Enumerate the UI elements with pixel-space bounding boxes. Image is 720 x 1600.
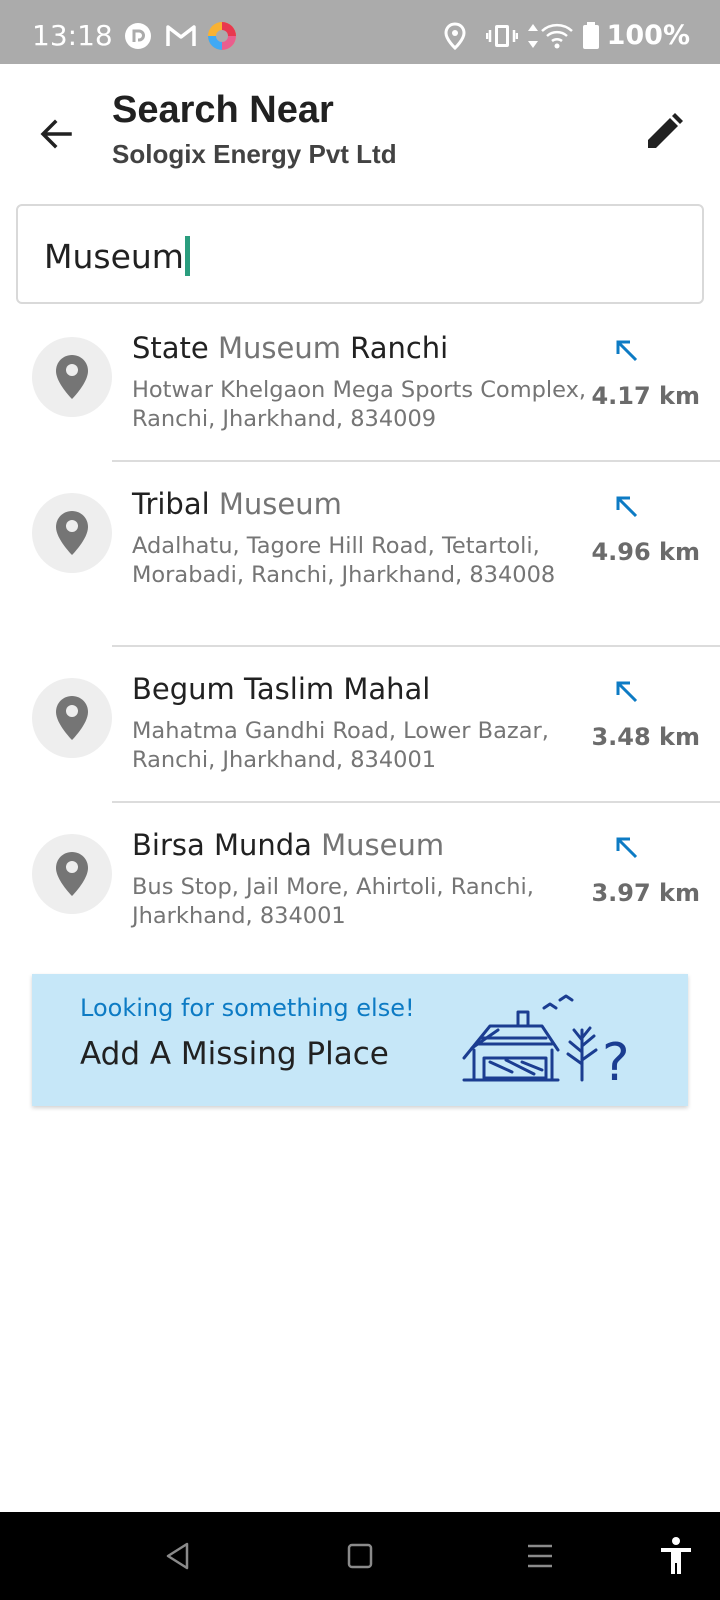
result-distance: 3.97 km — [591, 879, 700, 907]
result-item[interactable]: State Museum Ranchi Hotwar Khelgaon Mega… — [0, 306, 720, 462]
battery-icon — [582, 22, 600, 55]
result-distance: 4.96 km — [591, 538, 700, 566]
result-name: Begum Taslim Mahal — [132, 672, 431, 706]
page-subtitle: Sologix Energy Pvt Ltd — [112, 139, 397, 169]
question-mark-icon: ? — [602, 1033, 630, 1092]
direction-arrow-icon — [610, 675, 642, 707]
back-arrow-icon — [36, 114, 76, 159]
nav-home-button[interactable] — [338, 1534, 382, 1578]
missing-place-title: Add A Missing Place — [80, 1036, 389, 1072]
missing-place-subtitle: Looking for something else! — [80, 994, 415, 1022]
status-time: 13:18 — [32, 19, 113, 52]
vibrate-icon — [485, 22, 519, 55]
back-button[interactable] — [30, 110, 82, 162]
nav-back-icon — [166, 1542, 189, 1570]
edit-button[interactable] — [638, 108, 690, 160]
result-item[interactable]: Tribal Museum Adalhatu, Tagore Hill Road… — [0, 462, 720, 647]
search-input[interactable]: Museum — [16, 204, 704, 304]
data-arrows-icon — [526, 22, 540, 55]
nav-menu-icon — [528, 1544, 552, 1568]
result-address: Bus Stop, Jail More, Ahirtoli, Ranchi, J… — [132, 874, 534, 929]
pocket-casts-icon — [124, 22, 152, 55]
result-distance: 3.48 km — [591, 723, 700, 751]
text-caret — [184, 236, 190, 276]
gmail-icon — [166, 22, 196, 53]
direction-arrow-icon — [610, 490, 642, 522]
status-bar: 13:18 100% — [0, 0, 720, 64]
place-pin-icon — [32, 834, 112, 914]
system-nav-bar — [0, 1512, 720, 1600]
house-question-illustration: ? — [462, 992, 672, 1097]
place-pin-icon — [32, 678, 112, 758]
accessibility-button[interactable] — [654, 1534, 698, 1578]
nav-home-icon — [347, 1543, 373, 1569]
wifi-icon — [540, 22, 574, 55]
add-missing-place-card[interactable]: Looking for something else! Add A Missin… — [32, 974, 688, 1106]
result-item[interactable]: Birsa Munda Museum Bus Stop, Jail More, … — [0, 803, 720, 959]
result-address: Hotwar Khelgaon Mega Sports Complex, Ran… — [132, 377, 587, 432]
pencil-icon — [644, 112, 684, 157]
place-pin-icon — [32, 493, 112, 573]
nav-back-button[interactable] — [156, 1534, 200, 1578]
direction-arrow-icon — [610, 334, 642, 366]
location-icon — [444, 22, 466, 55]
result-item[interactable]: Begum Taslim Mahal Mahatma Gandhi Road, … — [0, 647, 720, 803]
app-color-icon — [206, 22, 238, 57]
result-distance: 4.17 km — [591, 382, 700, 410]
result-address: Adalhatu, Tagore Hill Road, Tetartoli, M… — [132, 533, 556, 588]
battery-percentage: 100% — [606, 20, 690, 51]
result-name: State Museum Ranchi — [132, 331, 449, 365]
result-name: Tribal Museum — [132, 487, 342, 521]
accessibility-icon — [661, 1537, 691, 1574]
place-pin-icon — [32, 337, 112, 417]
direction-arrow-icon — [610, 831, 642, 863]
nav-recents-button[interactable] — [518, 1534, 562, 1578]
result-address: Mahatma Gandhi Road, Lower Bazar, Ranchi… — [132, 718, 549, 773]
result-name: Birsa Munda Museum — [132, 828, 445, 862]
search-input-value: Museum — [44, 237, 184, 276]
page-title: Search Near — [112, 89, 334, 131]
